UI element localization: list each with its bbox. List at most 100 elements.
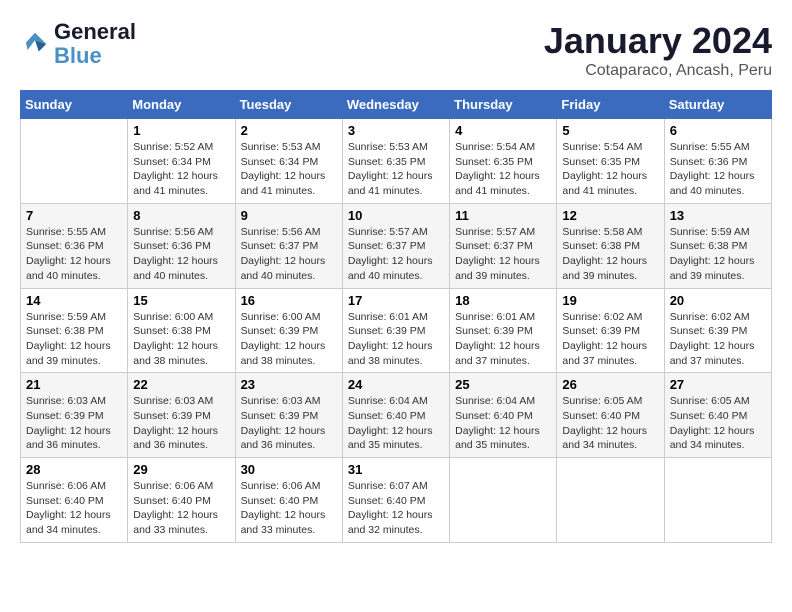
cell-content: Sunrise: 6:02 AMSunset: 6:39 PMDaylight:… — [670, 310, 766, 369]
calendar-cell: 3Sunrise: 5:53 AMSunset: 6:35 PMDaylight… — [342, 119, 449, 204]
day-number: 26 — [562, 377, 658, 392]
cell-content: Sunrise: 6:00 AMSunset: 6:38 PMDaylight:… — [133, 310, 229, 369]
calendar-cell: 4 Sunrise: 5:54 AMSunset: 6:35 PMDaylight… — [450, 119, 557, 204]
cell-content: Sunrise: 5:59 AMSunset: 6:38 PMDaylight:… — [670, 225, 766, 284]
cell-content: Sunrise: 5:56 AMSunset: 6:37 PMDaylight:… — [241, 225, 337, 284]
location-subtitle: Cotaparaco, Ancash, Peru — [544, 62, 772, 80]
cell-content: Sunrise: 6:01 AMSunset: 6:39 PMDaylight:… — [455, 310, 551, 369]
calendar-cell: 20Sunrise: 6:02 AMSunset: 6:39 PMDayligh… — [664, 288, 771, 373]
calendar-cell: 18Sunrise: 6:01 AMSunset: 6:39 PMDayligh… — [450, 288, 557, 373]
cell-content: Sunrise: 5:56 AMSunset: 6:36 PMDaylight:… — [133, 225, 229, 284]
cell-content: Sunrise: 5:55 AMSunset: 6:36 PMDaylight:… — [670, 140, 766, 199]
calendar-cell: 12Sunrise: 5:58 AMSunset: 6:38 PMDayligh… — [557, 203, 664, 288]
calendar-cell — [450, 458, 557, 543]
calendar-cell: 10 Sunrise: 5:57 AMSunset: 6:37 PMDayligh… — [342, 203, 449, 288]
cell-content: Sunrise: 6:00 AMSunset: 6:39 PMDaylight:… — [241, 310, 337, 369]
cell-content: Sunrise: 5:54 AMSunset: 6:35 PMDaylight:… — [455, 140, 551, 199]
calendar-cell: 8 Sunrise: 5:56 AMSunset: 6:36 PMDaylight… — [128, 203, 235, 288]
calendar-week-row: 1Sunrise: 5:52 AMSunset: 6:34 PMDaylight… — [21, 119, 772, 204]
calendar-cell: 6 Sunrise: 5:55 AMSunset: 6:36 PMDaylight… — [664, 119, 771, 204]
cell-content: Sunrise: 6:03 AMSunset: 6:39 PMDaylight:… — [26, 394, 122, 453]
cell-content: Sunrise: 6:06 AMSunset: 6:40 PMDaylight:… — [26, 479, 122, 538]
calendar-table: SundayMondayTuesdayWednesdayThursdayFrid… — [20, 90, 772, 543]
day-number: 5 — [562, 123, 658, 138]
cell-content: Sunrise: 5:54 AMSunset: 6:35 PMDaylight:… — [562, 140, 658, 199]
cell-content: Sunrise: 6:07 AMSunset: 6:40 PMDaylight:… — [348, 479, 444, 538]
calendar-header: SundayMondayTuesdayWednesdayThursdayFrid… — [21, 91, 772, 119]
cell-content: Sunrise: 6:04 AMSunset: 6:40 PMDaylight:… — [348, 394, 444, 453]
weekday-header: Sunday — [21, 91, 128, 119]
weekday-header: Saturday — [664, 91, 771, 119]
calendar-cell: 21Sunrise: 6:03 AMSunset: 6:39 PMDayligh… — [21, 373, 128, 458]
weekday-header: Friday — [557, 91, 664, 119]
cell-content: Sunrise: 6:05 AMSunset: 6:40 PMDaylight:… — [670, 394, 766, 453]
calendar-cell: 1Sunrise: 5:52 AMSunset: 6:34 PMDaylight… — [128, 119, 235, 204]
cell-content: Sunrise: 6:03 AMSunset: 6:39 PMDaylight:… — [133, 394, 229, 453]
day-number: 3 — [348, 123, 444, 138]
day-number: 29 — [133, 462, 229, 477]
month-title: January 2024 — [544, 20, 772, 62]
cell-content: Sunrise: 6:06 AMSunset: 6:40 PMDaylight:… — [241, 479, 337, 538]
day-number: 8 — [133, 208, 229, 223]
calendar-cell: 30Sunrise: 6:06 AMSunset: 6:40 PMDayligh… — [235, 458, 342, 543]
day-number: 15 — [133, 293, 229, 308]
day-number: 12 — [562, 208, 658, 223]
calendar-week-row: 21Sunrise: 6:03 AMSunset: 6:39 PMDayligh… — [21, 373, 772, 458]
day-number: 10 — [348, 208, 444, 223]
cell-content: Sunrise: 6:04 AMSunset: 6:40 PMDaylight:… — [455, 394, 551, 453]
calendar-cell: 2 Sunrise: 5:53 AMSunset: 6:34 PMDaylight… — [235, 119, 342, 204]
day-number: 9 — [241, 208, 337, 223]
day-number: 2 — [241, 123, 337, 138]
day-number: 27 — [670, 377, 766, 392]
title-block: January 2024 Cotaparaco, Ancash, Peru — [544, 20, 772, 80]
day-number: 6 — [670, 123, 766, 138]
logo-icon — [20, 29, 50, 59]
day-number: 23 — [241, 377, 337, 392]
calendar-cell: 9 Sunrise: 5:56 AMSunset: 6:37 PMDaylight… — [235, 203, 342, 288]
calendar-cell: 28 Sunrise: 6:06 AMSunset: 6:40 PMDayligh… — [21, 458, 128, 543]
cell-content: Sunrise: 5:52 AMSunset: 6:34 PMDaylight:… — [133, 140, 229, 199]
weekday-header: Monday — [128, 91, 235, 119]
weekday-header: Tuesday — [235, 91, 342, 119]
calendar-cell: 31 Sunrise: 6:07 AMSunset: 6:40 PMDayligh… — [342, 458, 449, 543]
day-number: 28 — [26, 462, 122, 477]
cell-content: Sunrise: 6:01 AMSunset: 6:39 PMDaylight:… — [348, 310, 444, 369]
logo-text: General Blue — [54, 20, 136, 68]
day-number: 16 — [241, 293, 337, 308]
logo: General Blue — [20, 20, 136, 68]
calendar-cell: 14Sunrise: 5:59 AMSunset: 6:38 PMDayligh… — [21, 288, 128, 373]
day-number: 31 — [348, 462, 444, 477]
cell-content: Sunrise: 5:53 AMSunset: 6:34 PMDaylight:… — [241, 140, 337, 199]
calendar-week-row: 28 Sunrise: 6:06 AMSunset: 6:40 PMDayligh… — [21, 458, 772, 543]
calendar-cell: 29 Sunrise: 6:06 AMSunset: 6:40 PMDayligh… — [128, 458, 235, 543]
calendar-cell — [557, 458, 664, 543]
day-number: 14 — [26, 293, 122, 308]
day-number: 7 — [26, 208, 122, 223]
cell-content: Sunrise: 5:57 AMSunset: 6:37 PMDaylight:… — [455, 225, 551, 284]
calendar-cell: 24 Sunrise: 6:04 AMSunset: 6:40 PMDayligh… — [342, 373, 449, 458]
calendar-cell: 7 Sunrise: 5:55 AMSunset: 6:36 PMDaylight… — [21, 203, 128, 288]
day-number: 24 — [348, 377, 444, 392]
cell-content: Sunrise: 5:55 AMSunset: 6:36 PMDaylight:… — [26, 225, 122, 284]
cell-content: Sunrise: 5:57 AMSunset: 6:37 PMDaylight:… — [348, 225, 444, 284]
weekday-header: Thursday — [450, 91, 557, 119]
calendar-cell — [664, 458, 771, 543]
cell-content: Sunrise: 6:02 AMSunset: 6:39 PMDaylight:… — [562, 310, 658, 369]
calendar-cell: 11 Sunrise: 5:57 AMSunset: 6:37 PMDayligh… — [450, 203, 557, 288]
calendar-week-row: 7 Sunrise: 5:55 AMSunset: 6:36 PMDaylight… — [21, 203, 772, 288]
calendar-cell: 26 Sunrise: 6:05 AMSunset: 6:40 PMDayligh… — [557, 373, 664, 458]
day-number: 19 — [562, 293, 658, 308]
calendar-cell: 17Sunrise: 6:01 AMSunset: 6:39 PMDayligh… — [342, 288, 449, 373]
calendar-cell: 16 Sunrise: 6:00 AMSunset: 6:39 PMDayligh… — [235, 288, 342, 373]
cell-content: Sunrise: 6:05 AMSunset: 6:40 PMDaylight:… — [562, 394, 658, 453]
calendar-cell: 22Sunrise: 6:03 AMSunset: 6:39 PMDayligh… — [128, 373, 235, 458]
cell-content: Sunrise: 6:06 AMSunset: 6:40 PMDaylight:… — [133, 479, 229, 538]
calendar-cell: 5 Sunrise: 5:54 AMSunset: 6:35 PMDaylight… — [557, 119, 664, 204]
calendar-week-row: 14Sunrise: 5:59 AMSunset: 6:38 PMDayligh… — [21, 288, 772, 373]
calendar-body: 1Sunrise: 5:52 AMSunset: 6:34 PMDaylight… — [21, 119, 772, 543]
day-number: 4 — [455, 123, 551, 138]
calendar-cell: 25Sunrise: 6:04 AMSunset: 6:40 PMDayligh… — [450, 373, 557, 458]
calendar-cell: 13Sunrise: 5:59 AMSunset: 6:38 PMDayligh… — [664, 203, 771, 288]
calendar-cell: 27 Sunrise: 6:05 AMSunset: 6:40 PMDayligh… — [664, 373, 771, 458]
day-number: 11 — [455, 208, 551, 223]
